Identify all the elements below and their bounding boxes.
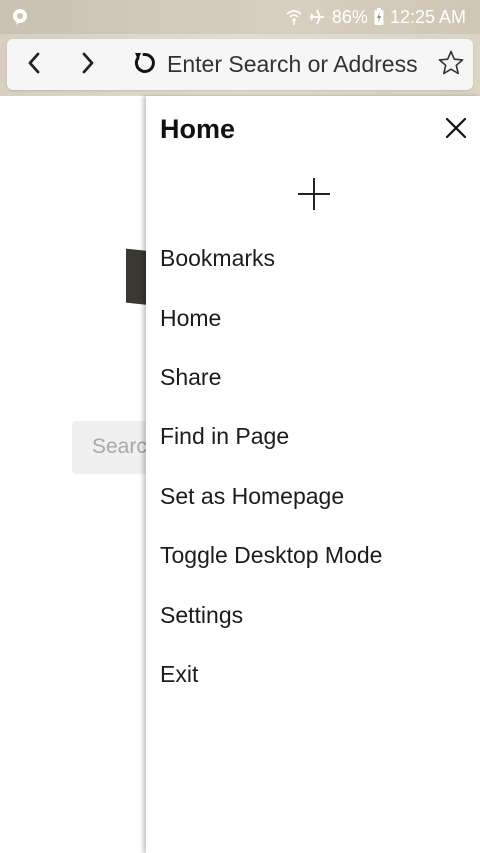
menu-item-set-as-homepage[interactable]: Set as Homepage bbox=[146, 467, 480, 526]
address-input[interactable] bbox=[167, 49, 435, 80]
close-icon bbox=[445, 117, 467, 143]
star-outline-icon bbox=[437, 49, 465, 81]
chevron-right-icon bbox=[79, 51, 97, 79]
status-indicators: 86% 12:25 AM bbox=[286, 0, 466, 34]
menu-item-find-in-page[interactable]: Find in Page bbox=[146, 407, 480, 466]
notification-icon bbox=[11, 8, 29, 26]
battery-charging-icon bbox=[374, 8, 384, 26]
menu-item-settings[interactable]: Settings bbox=[146, 585, 480, 644]
add-tab-button[interactable] bbox=[294, 176, 334, 216]
menu-item-home[interactable]: Home bbox=[146, 288, 480, 347]
menu-item-bookmarks[interactable]: Bookmarks bbox=[146, 229, 480, 288]
reload-icon bbox=[131, 50, 157, 80]
airplane-icon bbox=[308, 8, 326, 26]
chevron-left-icon bbox=[25, 51, 43, 79]
bookmark-star-button[interactable] bbox=[435, 39, 467, 90]
menu-item-toggle-desktop-mode[interactable]: Toggle Desktop Mode bbox=[146, 526, 480, 585]
address-bar bbox=[7, 39, 473, 90]
wifi-icon bbox=[286, 8, 302, 26]
forward-button[interactable] bbox=[73, 39, 103, 90]
back-button[interactable] bbox=[19, 39, 49, 90]
page-search-placeholder: Searc bbox=[92, 435, 147, 458]
menu-item-exit[interactable]: Exit bbox=[146, 645, 480, 704]
plus-icon bbox=[296, 176, 332, 216]
close-menu-button[interactable] bbox=[442, 116, 470, 144]
reload-button[interactable] bbox=[129, 39, 159, 90]
battery-percent: 86% bbox=[331, 6, 368, 27]
menu-item-share[interactable]: Share bbox=[146, 348, 480, 407]
clock: 12:25 AM bbox=[389, 6, 466, 27]
browser-menu: Home Bookmarks Home Share Find in Page S… bbox=[146, 96, 480, 853]
status-bar: 86% 12:25 AM bbox=[0, 0, 480, 34]
menu-title: Home bbox=[160, 114, 236, 144]
menu-list: Bookmarks Home Share Find in Page Set as… bbox=[146, 229, 480, 704]
